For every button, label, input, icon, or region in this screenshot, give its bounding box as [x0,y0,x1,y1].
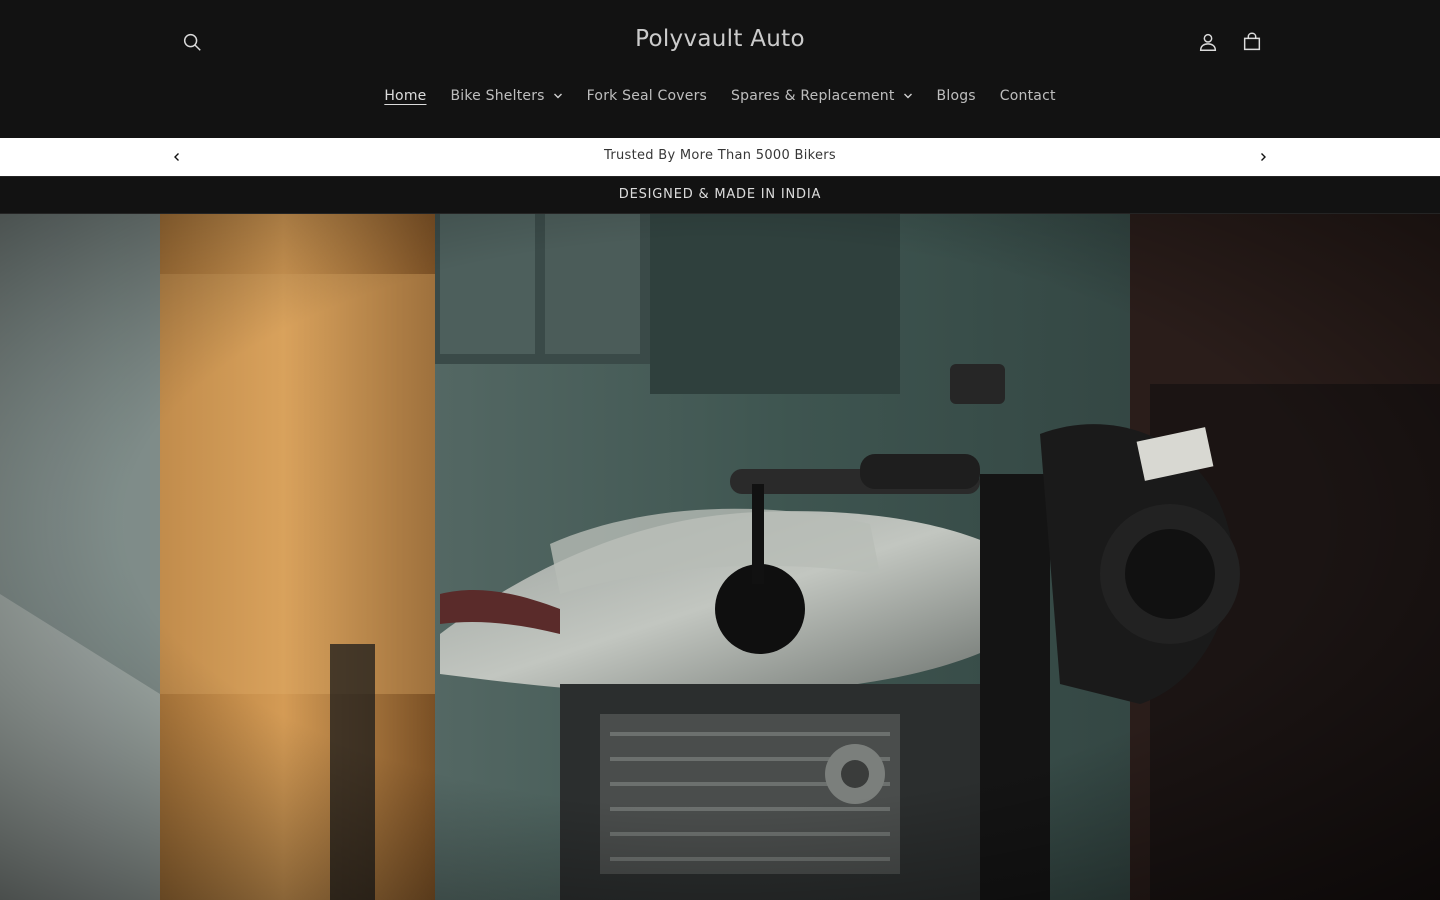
chevron-down-icon [553,91,563,101]
nav-item-label: Fork Seal Covers [586,88,708,104]
nav-item-label: Bike Shelters [450,88,545,104]
site-logo[interactable]: Polyvault Auto [170,26,1270,52]
nav-item-blogs[interactable]: Blogs [925,88,988,104]
main-navigation: Home Bike Shelters Fork Seal Covers Spar… [0,80,1440,112]
nav-item-label: Spares & Replacement [731,88,895,104]
cart-button[interactable] [1230,20,1274,64]
nav-item-label: Contact [999,88,1056,104]
nav-item-fork-seal-covers[interactable]: Fork Seal Covers [575,88,719,104]
header-top-row: Polyvault Auto [170,20,1270,64]
account-icon [1199,33,1217,51]
announcement-bar: Trusted By More Than 5000 Bikers [0,138,1440,176]
nav-item-label: Blogs [936,88,976,104]
site-header: Polyvault Auto Home Bike Shelters Fork S… [0,0,1440,138]
hero-motorcycle-image [0,214,1440,900]
nav-item-contact[interactable]: Contact [988,88,1068,104]
announcement-next-button[interactable] [1253,147,1273,167]
nav-item-bike-shelters[interactable]: Bike Shelters [438,88,574,104]
chevron-down-icon [903,91,913,101]
announcement-text: Trusted By More Than 5000 Bikers [603,148,836,163]
cart-icon [1243,32,1261,51]
chevron-right-icon [1261,153,1266,161]
secondary-announcement-text: DESIGNED & MADE IN INDIA [618,187,822,202]
secondary-announcement-bar: DESIGNED & MADE IN INDIA [0,176,1440,214]
nav-item-spares-replacement[interactable]: Spares & Replacement [719,88,925,104]
nav-item-home[interactable]: Home [372,88,438,104]
account-button[interactable] [1186,20,1230,64]
nav-item-label: Home [384,88,427,104]
hero-banner[interactable] [0,214,1440,900]
